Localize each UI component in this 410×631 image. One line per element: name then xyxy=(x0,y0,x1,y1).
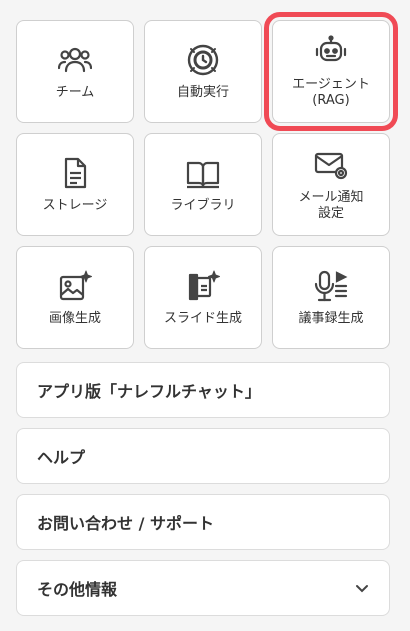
tile-image-generation[interactable]: 画像生成 xyxy=(16,246,134,349)
tile-label: ストレージ xyxy=(42,197,108,213)
tile-auto-run[interactable]: 自動実行 xyxy=(144,20,262,123)
book-icon xyxy=(186,161,220,188)
microphone-minutes-icon xyxy=(314,270,348,301)
tile-label: 画像生成 xyxy=(48,310,101,326)
mail-settings-icon xyxy=(314,152,348,179)
tile-label: スライド生成 xyxy=(163,310,242,326)
tile-mail-settings[interactable]: メール通知 設定 xyxy=(272,133,390,236)
tile-label: メール通知 設定 xyxy=(298,189,364,221)
tile-storage[interactable]: ストレージ xyxy=(16,133,134,236)
menu-item-label: アプリ版「ナレフルチャット」 xyxy=(37,382,261,401)
slides-sparkle-icon xyxy=(188,270,220,300)
tile-library[interactable]: ライブラリ xyxy=(144,133,262,236)
users-icon xyxy=(58,47,92,72)
menu-item-label: その他情報 xyxy=(37,580,118,599)
tile-label: チーム xyxy=(55,84,95,100)
menu-item-app-version[interactable]: アプリ版「ナレフルチャット」 xyxy=(16,362,390,418)
document-icon xyxy=(64,157,87,188)
menu-list: アプリ版「ナレフルチャット」 ヘルプ お問い合わせ / サポート その他情報 xyxy=(16,362,390,626)
tile-agent-rag[interactable]: エージェント (RAG) xyxy=(264,12,398,131)
chevron-down-icon[interactable] xyxy=(355,581,369,595)
menu-item-help[interactable]: ヘルプ xyxy=(16,428,390,484)
tile-minutes-generation[interactable]: 議事録生成 xyxy=(272,246,390,349)
menu-item-label: ヘルプ xyxy=(37,448,86,467)
tile-team[interactable]: チーム xyxy=(16,20,134,123)
tile-label: ライブラリ xyxy=(170,197,236,213)
tile-slide-generation[interactable]: スライド生成 xyxy=(144,246,262,349)
menu-item-label: お問い合わせ / サポート xyxy=(37,514,214,533)
tile-label: 議事録生成 xyxy=(298,310,364,326)
auto-run-clock-icon xyxy=(187,44,219,75)
robot-icon xyxy=(315,34,347,61)
image-sparkle-icon xyxy=(59,270,92,300)
tile-label: エージェント (RAG) xyxy=(292,76,370,108)
feature-grid: チーム 自動実行 エージェント (RAG) ストレージ ライブラリ メール通知 … xyxy=(16,12,398,349)
menu-item-contact-support[interactable]: お問い合わせ / サポート xyxy=(16,494,390,550)
tile-label: 自動実行 xyxy=(176,84,229,100)
menu-item-other-info[interactable]: その他情報 xyxy=(16,560,390,616)
